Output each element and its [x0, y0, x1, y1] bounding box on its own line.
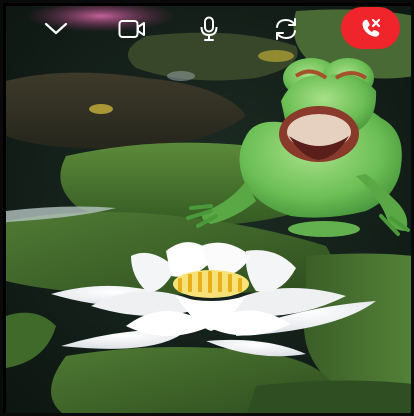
call-toolbar: [3, 3, 411, 55]
flip-camera-button[interactable]: [268, 11, 304, 47]
phone-hangup-icon: [362, 18, 380, 37]
end-call-button[interactable]: [341, 7, 400, 49]
lily-pad: [247, 380, 411, 413]
camera-toggle-button[interactable]: [114, 11, 150, 47]
remote-video: [6, 6, 411, 413]
collapse-button[interactable]: [38, 11, 74, 47]
pad-highlight: [89, 104, 113, 114]
video-camera-icon: [118, 20, 145, 38]
chevron-down-icon: [44, 22, 68, 35]
microphone-toggle-button[interactable]: [191, 11, 227, 47]
call-frame: [0, 0, 414, 416]
pad-highlight: [167, 71, 195, 81]
microphone-icon: [200, 16, 218, 41]
flip-camera-icon: [276, 18, 296, 40]
